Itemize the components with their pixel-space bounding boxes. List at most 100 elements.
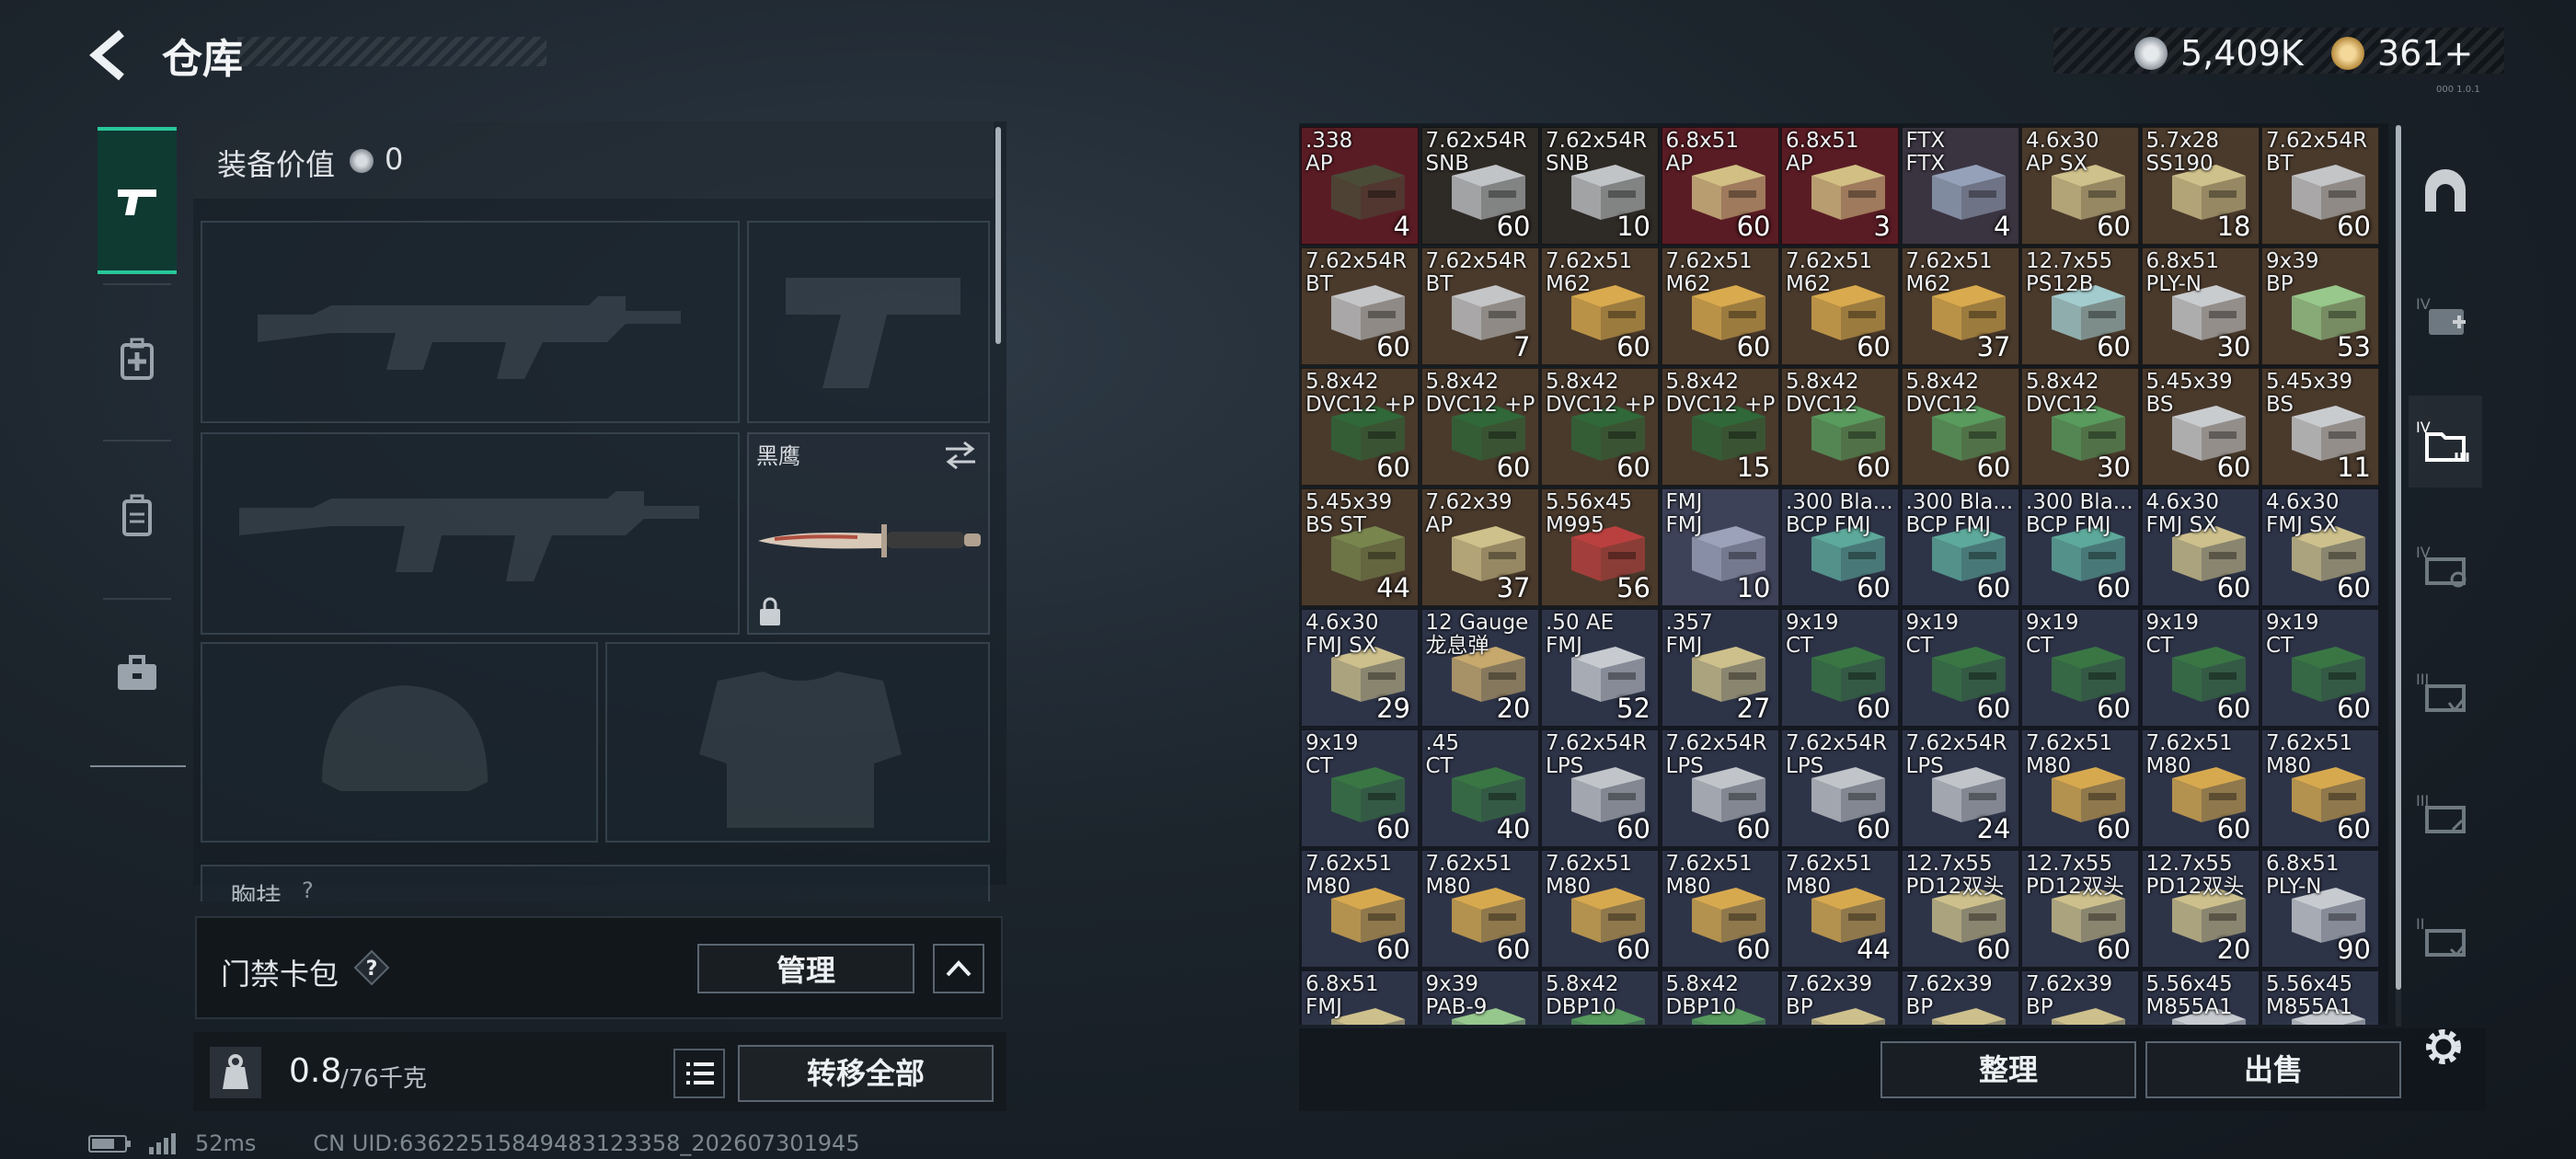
storage-item[interactable]: 7.62x39 BP	[1901, 970, 2019, 1025]
storage-item[interactable]: .338 AP 4	[1301, 127, 1419, 245]
gold-currency[interactable]: 361+	[2331, 33, 2473, 74]
storage-item[interactable]: 7.62x51 M80 60	[1661, 850, 1779, 968]
storage-item[interactable]: 7.62x54R LPS 60	[1661, 729, 1779, 847]
storage-item[interactable]: FTX FTX 4	[1901, 127, 2019, 245]
storage-item[interactable]: 7.62x51 M80 60	[1301, 850, 1419, 968]
storage-item[interactable]: 7.62x54R BT 7	[1420, 247, 1539, 365]
storage-item[interactable]: .357 FMJ 27	[1661, 609, 1779, 727]
silver-currency[interactable]: 5,409K	[2134, 33, 2304, 74]
storage-item[interactable]: 7.62x39 BP	[1781, 970, 1899, 1025]
sell-button[interactable]: 出售	[2145, 1041, 2401, 1098]
storage-item[interactable]: 7.62x54R SNB 10	[1541, 127, 1659, 245]
storage-item[interactable]: 4.6x30 FMJ SX 29	[1301, 609, 1419, 727]
storage-item[interactable]: 9x19 CT 60	[2261, 609, 2379, 727]
storage-item[interactable]: 5.8x42 DVC12 +P 60	[1541, 368, 1659, 486]
tab-lv3-case[interactable]: III	[2409, 648, 2482, 740]
tab-lv4-medical[interactable]: IV	[2409, 272, 2482, 364]
storage-item[interactable]: 5.8x42 DVC12 60	[1781, 368, 1899, 486]
storage-item[interactable]: 6.8x51 PLY-N 90	[2261, 850, 2379, 968]
storage-item[interactable]: 6.8x51 AP 60	[1661, 127, 1779, 245]
list-view-button[interactable]	[673, 1049, 725, 1098]
help-icon[interactable]: ?	[353, 949, 390, 986]
tab-lv4-box[interactable]: IV	[2409, 521, 2482, 613]
storage-item[interactable]: 4.6x30 FMJ SX 60	[2141, 488, 2260, 606]
storage-item[interactable]: .50 AE FMJ 52	[1541, 609, 1659, 727]
storage-item[interactable]: 7.62x51 M80 60	[1541, 850, 1659, 968]
storage-item[interactable]: 7.62x54R BT 60	[1301, 247, 1419, 365]
storage-item[interactable]: 5.45x39 BS 11	[2261, 368, 2379, 486]
storage-item[interactable]: 5.56x45 M995 56	[1541, 488, 1659, 606]
storage-item[interactable]: 12.7x55 PD12双头 60	[1901, 850, 2019, 968]
storage-item[interactable]: .300 Bla... BCP FMJ 60	[1781, 488, 1899, 606]
swap-icon[interactable]	[942, 440, 979, 471]
storage-item[interactable]: .300 Bla... BCP FMJ 60	[1901, 488, 2019, 606]
melee-slot[interactable]: 黑鹰	[747, 432, 990, 635]
storage-item[interactable]: 5.8x42 DVC12 +P 60	[1301, 368, 1419, 486]
manage-button[interactable]: 管理	[697, 944, 914, 993]
storage-item[interactable]: 12.7x55 PD12双头 20	[2141, 850, 2260, 968]
storage-item[interactable]: 5.56x45 M855A1	[2261, 970, 2379, 1025]
storage-scroll-thumb[interactable]	[2396, 125, 2401, 990]
storage-item[interactable]: 7.62x51 M80 60	[2141, 729, 2260, 847]
storage-item[interactable]: 5.45x39 BS 60	[2141, 368, 2260, 486]
tab-lv3-pack[interactable]: III	[2409, 769, 2482, 861]
tab-weapons[interactable]	[98, 127, 177, 274]
back-button[interactable]	[85, 28, 140, 83]
storage-item[interactable]: 7.62x51 M62 60	[1541, 247, 1659, 365]
storage-item[interactable]: 9x19 CT 60	[1301, 729, 1419, 847]
storage-item[interactable]: 5.8x42 DVC12 +P 15	[1661, 368, 1779, 486]
storage-item[interactable]: 7.62x51 M62 60	[1661, 247, 1779, 365]
storage-item[interactable]: 5.8x42 DVC12 60	[1901, 368, 2019, 486]
storage-item[interactable]: 6.8x51 FMJ	[1301, 970, 1419, 1025]
storage-item[interactable]: 7.62x54R SNB 60	[1420, 127, 1539, 245]
storage-item[interactable]: .45 CT 40	[1420, 729, 1539, 847]
tab-backpack[interactable]	[98, 442, 177, 589]
storage-item[interactable]: 5.8x42 DVC12 30	[2021, 368, 2139, 486]
settings-button[interactable]	[2418, 1021, 2469, 1073]
collapse-button[interactable]	[933, 944, 984, 993]
storage-item[interactable]: 7.62x54R LPS 60	[1781, 729, 1899, 847]
storage-item[interactable]: 7.62x39 AP 37	[1420, 488, 1539, 606]
tab-lv2-case[interactable]: II	[2409, 892, 2482, 984]
storage-item[interactable]: 7.62x54R LPS 24	[1901, 729, 2019, 847]
equipment-scrollbar[interactable]	[995, 127, 1001, 344]
tab-all[interactable]	[2409, 147, 2482, 239]
storage-item[interactable]: FMJ FMJ 10	[1661, 488, 1779, 606]
storage-item[interactable]: 9x39 PAB-9	[1420, 970, 1539, 1025]
storage-item[interactable]: 7.62x54R BT 60	[2261, 127, 2379, 245]
tab-case[interactable]	[98, 600, 177, 747]
storage-item[interactable]: 9x19 CT 60	[2021, 609, 2139, 727]
storage-item[interactable]: 5.7x28 SS190 18	[2141, 127, 2260, 245]
storage-item[interactable]: 5.8x42 DBP10	[1541, 970, 1659, 1025]
storage-item[interactable]: 5.8x42 DBP10	[1661, 970, 1779, 1025]
chest-rig-slot[interactable]: 胸挂 ?	[201, 865, 990, 901]
storage-item[interactable]: 5.8x42 DVC12 +P 60	[1420, 368, 1539, 486]
armor-slot[interactable]	[605, 642, 990, 843]
storage-item[interactable]: 7.62x54R LPS 60	[1541, 729, 1659, 847]
storage-item[interactable]: 12.7x55 PD12双头 60	[2021, 850, 2139, 968]
storage-scrollbar[interactable]	[2396, 125, 2401, 1027]
storage-item[interactable]: 5.45x39 BS ST 44	[1301, 488, 1419, 606]
storage-item[interactable]: 7.62x51 M80 44	[1781, 850, 1899, 968]
sort-button[interactable]: 整理	[1880, 1041, 2136, 1098]
storage-item[interactable]: 5.56x45 M855A1	[2141, 970, 2260, 1025]
storage-item[interactable]: 4.6x30 FMJ SX 60	[2261, 488, 2379, 606]
storage-item[interactable]: 7.62x39 BP	[2021, 970, 2139, 1025]
primary-weapon-slot[interactable]	[201, 221, 740, 423]
transfer-all-button[interactable]: 转移全部	[738, 1045, 994, 1102]
storage-item[interactable]: .300 Bla... BCP FMJ 60	[2021, 488, 2139, 606]
storage-item[interactable]: 7.62x51 M80 60	[1420, 850, 1539, 968]
storage-item[interactable]: 6.8x51 AP 3	[1781, 127, 1899, 245]
storage-item[interactable]: 9x19 CT 60	[1901, 609, 2019, 727]
storage-item[interactable]: 7.62x51 M80 60	[2021, 729, 2139, 847]
tab-lv4-folder[interactable]: IV	[2409, 396, 2482, 488]
chest-help-icon[interactable]: ?	[302, 878, 314, 901]
storage-item[interactable]: 7.62x51 M80 60	[2261, 729, 2379, 847]
storage-item[interactable]: 9x39 BP 53	[2261, 247, 2379, 365]
storage-item[interactable]: 9x19 CT 60	[1781, 609, 1899, 727]
helmet-slot[interactable]	[201, 642, 598, 843]
storage-item[interactable]: 12 Gauge 龙息弹 20	[1420, 609, 1539, 727]
storage-item[interactable]: 4.6x30 AP SX 60	[2021, 127, 2139, 245]
secondary-weapon-slot[interactable]	[201, 432, 740, 635]
storage-item[interactable]: 6.8x51 PLY-N 30	[2141, 247, 2260, 365]
